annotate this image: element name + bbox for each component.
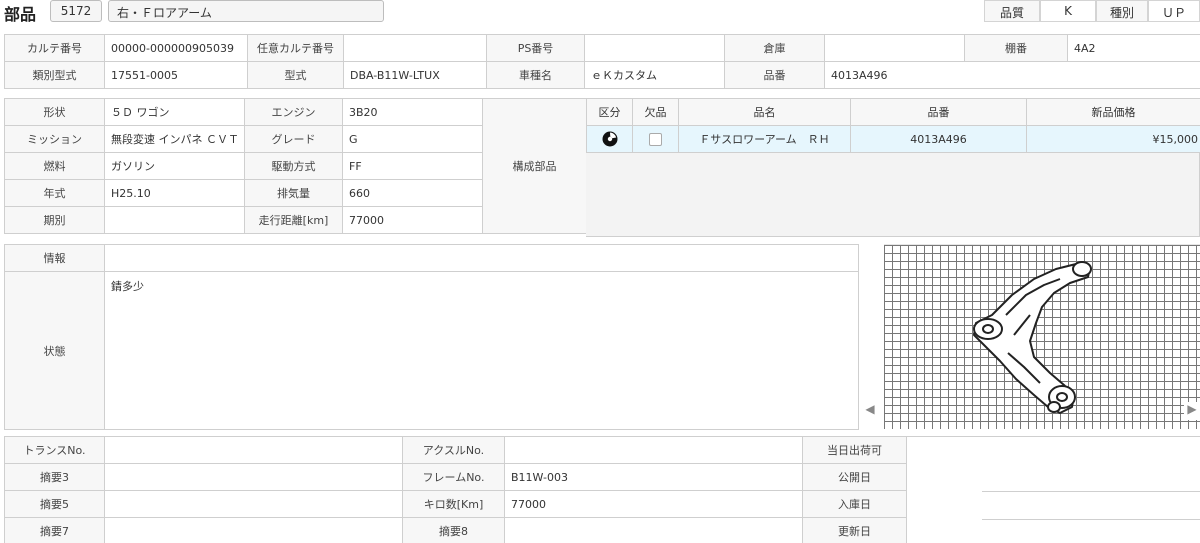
part-price-cell: ¥15,000 bbox=[1026, 125, 1200, 153]
shelf-value: 4A2 bbox=[1067, 34, 1200, 62]
class-type-label: 類別型式 bbox=[4, 61, 105, 89]
quality-value: K bbox=[1040, 0, 1096, 22]
same-day-label: 当日出荷可 bbox=[802, 436, 907, 464]
mileage-value: 77000 bbox=[342, 206, 483, 234]
col-price: 新品価格 bbox=[1026, 98, 1200, 126]
year-value: H25.10 bbox=[104, 179, 245, 207]
memo7-label: 摘要7 bbox=[4, 517, 105, 543]
memo3-label: 摘要3 bbox=[4, 463, 105, 491]
warehouse-value bbox=[824, 34, 965, 62]
spec-table: 形状 ５Ｄ ワゴン エンジン 3B20 構成部品 ミッション 無段変速 インパネ… bbox=[4, 98, 587, 234]
prev-image-button[interactable]: ◀ bbox=[862, 402, 878, 420]
info-table: 情報 状態 錆多少 bbox=[4, 244, 859, 430]
memo5-label: 摘要5 bbox=[4, 490, 105, 518]
part-code-field[interactable]: 5172 bbox=[50, 0, 102, 22]
year-label: 年式 bbox=[4, 179, 105, 207]
frame-label: フレームNo. bbox=[402, 463, 505, 491]
model-label: 型式 bbox=[247, 61, 344, 89]
disc-icon bbox=[602, 131, 617, 147]
col-name: 品名 bbox=[678, 98, 851, 126]
arrival-divider bbox=[982, 491, 1200, 492]
km-value: 77000 bbox=[504, 490, 803, 518]
quality-label: 品質 bbox=[984, 0, 1040, 22]
category-cell bbox=[586, 125, 633, 153]
arrival-label: 入庫日 bbox=[802, 490, 907, 518]
page-title: 部品 bbox=[4, 5, 37, 24]
same-day-value bbox=[906, 436, 1200, 464]
trans-value bbox=[104, 436, 403, 464]
drive-value: FF bbox=[342, 152, 483, 180]
any-karte-value bbox=[343, 34, 487, 62]
col-category: 区分 bbox=[586, 98, 633, 126]
grade-value: G bbox=[342, 125, 483, 153]
fuel-label: 燃料 bbox=[4, 152, 105, 180]
condition-value: 錆多少 bbox=[104, 271, 859, 430]
karte-no-label: カルテ番号 bbox=[4, 34, 105, 62]
ps-value bbox=[584, 34, 725, 62]
next-image-button[interactable]: ▶ bbox=[1184, 402, 1200, 420]
mileage-label: 走行距離[km] bbox=[244, 206, 343, 234]
displacement-value: 660 bbox=[342, 179, 483, 207]
partno-label: 品番 bbox=[724, 61, 825, 89]
engine-label: エンジン bbox=[244, 98, 343, 126]
memo7-value bbox=[104, 517, 403, 543]
updated-divider bbox=[982, 519, 1200, 520]
shelf-label: 棚番 bbox=[964, 34, 1068, 62]
part-image[interactable] bbox=[884, 244, 1200, 429]
axle-value bbox=[504, 436, 803, 464]
memo8-value bbox=[504, 517, 803, 543]
model-value: DBA-B11W-LTUX bbox=[343, 61, 487, 89]
memo3-value bbox=[104, 463, 403, 491]
components-table: 区分 欠品 品名 品番 新品価格 Ｆサスロワーアーム ＲＨ 4013A496 ¥… bbox=[586, 98, 1200, 153]
col-missing: 欠品 bbox=[632, 98, 679, 126]
grade-label: グレード bbox=[244, 125, 343, 153]
info-label: 情報 bbox=[4, 244, 105, 272]
axle-label: アクスルNo. bbox=[402, 436, 505, 464]
memo8-label: 摘要8 bbox=[402, 517, 505, 543]
shape-label: 形状 bbox=[4, 98, 105, 126]
missing-checkbox[interactable] bbox=[649, 132, 662, 146]
part-number-cell: 4013A496 bbox=[850, 125, 1027, 153]
drive-label: 駆動方式 bbox=[244, 152, 343, 180]
components-label: 構成部品 bbox=[482, 98, 587, 234]
period-label: 期別 bbox=[4, 206, 105, 234]
engine-value: 3B20 bbox=[342, 98, 483, 126]
lower-arm-drawing bbox=[973, 261, 1092, 414]
part-name-cell: Ｆサスロワーアーム ＲＨ bbox=[678, 125, 851, 153]
car-value: ｅＫカスタム bbox=[584, 61, 725, 89]
type-value: ＵＰ bbox=[1148, 0, 1200, 22]
displacement-label: 排気量 bbox=[244, 179, 343, 207]
missing-cell bbox=[632, 125, 679, 153]
fuel-value: ガソリン bbox=[104, 152, 245, 180]
updated-label: 更新日 bbox=[802, 517, 907, 543]
memo5-value bbox=[104, 490, 403, 518]
class-type-value: 17551-0005 bbox=[104, 61, 248, 89]
car-label: 車種名 bbox=[486, 61, 585, 89]
warehouse-label: 倉庫 bbox=[724, 34, 825, 62]
bottom-table: トランスNo. アクスルNo. 当日出荷可 摘要3 フレームNo. B11W-0… bbox=[4, 436, 907, 543]
shape-value: ５Ｄ ワゴン bbox=[104, 98, 245, 126]
col-number: 品番 bbox=[850, 98, 1027, 126]
ps-label: PS番号 bbox=[486, 34, 585, 62]
trans-label: トランスNo. bbox=[4, 436, 105, 464]
info-value bbox=[104, 244, 859, 272]
condition-label: 状態 bbox=[4, 271, 105, 430]
karte-no-value: 00000-000000905039 bbox=[104, 34, 248, 62]
partno-value: 4013A496 bbox=[824, 61, 1200, 89]
type-label: 種別 bbox=[1096, 0, 1148, 22]
published-label: 公開日 bbox=[802, 463, 907, 491]
km-label: キロ数[Km] bbox=[402, 490, 505, 518]
table-row[interactable]: Ｆサスロワーアーム ＲＨ 4013A496 ¥15,000 bbox=[586, 125, 1200, 153]
mission-value: 無段変速 インパネ ＣＶＴ bbox=[104, 125, 245, 153]
mission-label: ミッション bbox=[4, 125, 105, 153]
part-name-field[interactable]: 右・Ｆロアアーム bbox=[108, 0, 384, 22]
top-info-table: カルテ番号 00000-000000905039 任意カルテ番号 PS番号 倉庫… bbox=[4, 34, 1200, 89]
any-karte-label: 任意カルテ番号 bbox=[247, 34, 344, 62]
period-value bbox=[104, 206, 245, 234]
frame-value: B11W-003 bbox=[504, 463, 803, 491]
